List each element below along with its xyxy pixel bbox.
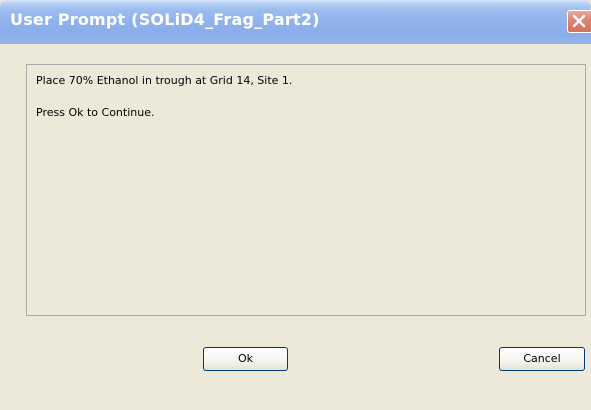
window-title: User Prompt (SOLiD4_Frag_Part2): [10, 10, 320, 29]
message-line-1: Place 70% Ethanol in trough at Grid 14, …: [36, 74, 293, 87]
cancel-button[interactable]: Cancel: [499, 347, 585, 371]
close-button[interactable]: [567, 10, 591, 33]
user-prompt-dialog: User Prompt (SOLiD4_Frag_Part2) Place 70…: [0, 0, 591, 410]
ok-button[interactable]: Ok: [203, 347, 288, 371]
message-panel: Place 70% Ethanol in trough at Grid 14, …: [26, 64, 586, 316]
title-bar[interactable]: User Prompt (SOLiD4_Frag_Part2): [0, 0, 591, 44]
message-line-2: Press Ok to Continue.: [36, 106, 155, 119]
close-icon: [572, 14, 586, 28]
